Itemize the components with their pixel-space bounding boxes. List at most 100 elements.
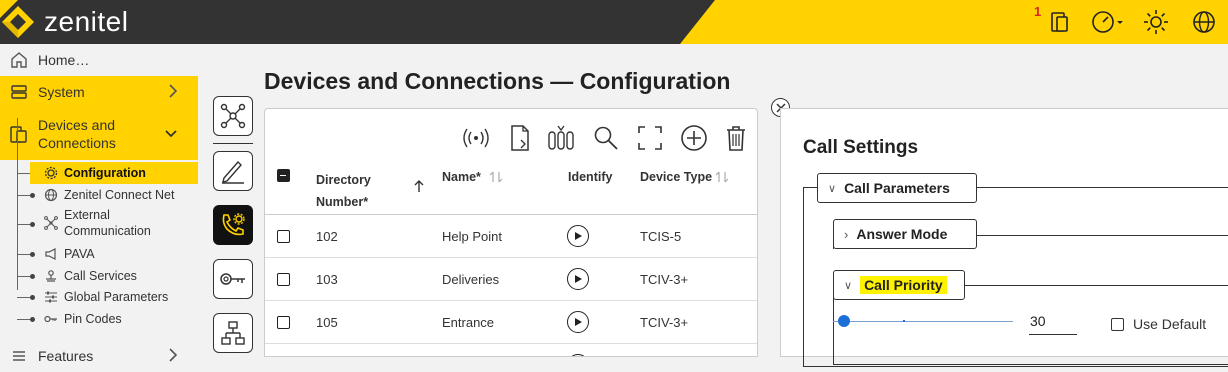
gauge-icon[interactable]	[1084, 0, 1132, 44]
tool-column	[213, 96, 255, 367]
pencil-icon	[222, 160, 244, 184]
home-icon	[0, 51, 38, 69]
call-settings-panel: Call Settings ∨ Call Parameters › Answer…	[780, 108, 1228, 367]
server-icon	[0, 83, 38, 101]
columns-icon	[548, 125, 574, 150]
sidebar-sub-pin-codes[interactable]: Pin Codes	[0, 308, 198, 330]
devices-table-panel: Directory Number* Name* Identify Device …	[264, 108, 758, 357]
row-checkbox[interactable]	[277, 273, 290, 286]
identify-play-button[interactable]	[567, 268, 589, 290]
chevron-right-icon: ›	[844, 226, 849, 242]
sort-ascending-icon[interactable]	[413, 179, 425, 193]
sidebar-sub-external-communication[interactable]: External Communication	[0, 206, 198, 240]
priority-slider-handle[interactable]	[837, 315, 850, 327]
group-label: Call Priority	[860, 276, 947, 294]
columns-button[interactable]	[547, 123, 577, 153]
sort-icon[interactable]	[715, 170, 729, 184]
select-all-checkbox[interactable]	[277, 169, 290, 182]
search-button[interactable]	[591, 123, 621, 153]
key-icon	[220, 273, 245, 285]
priority-slider-track[interactable]	[833, 320, 1013, 322]
table-row[interactable]: 102 Help Point TCIS-5	[265, 215, 757, 258]
add-device-button[interactable]	[679, 123, 709, 153]
fullscreen-button[interactable]	[635, 123, 665, 153]
hierarchy-tool-button[interactable]	[213, 313, 253, 353]
chevron-right-icon	[168, 83, 178, 102]
sidebar-item-label: Features	[38, 348, 94, 364]
use-default-checkbox[interactable]	[1111, 318, 1124, 331]
sidebar-sub-label: External Communication	[64, 208, 151, 238]
sidebar-sub-pava[interactable]: PAVA	[0, 243, 198, 265]
cell-name: Entrance	[442, 315, 495, 330]
answer-mode-toggle[interactable]: › Answer Mode	[833, 219, 977, 249]
sort-icon[interactable]	[489, 170, 503, 184]
table-header: Directory Number* Name* Identify Device …	[265, 161, 757, 215]
slider-tick	[903, 320, 905, 322]
header-directory-number[interactable]: Directory Number*	[316, 169, 396, 213]
cell-number: 105	[316, 315, 338, 330]
priority-value-field[interactable]: 30	[1029, 313, 1077, 335]
sidebar-sub-label: Pin Codes	[64, 312, 122, 326]
broadcast-icon	[463, 128, 489, 148]
network-tool-button[interactable]	[213, 96, 253, 136]
sidebar-item-label: Home…	[38, 52, 90, 68]
call-services-icon	[44, 269, 58, 286]
identify-all-button[interactable]	[461, 123, 491, 153]
call-config-tool-button[interactable]	[213, 205, 253, 245]
row-checkbox[interactable]	[277, 316, 290, 329]
delete-button[interactable]	[721, 123, 751, 153]
table-row[interactable]: 105 Entrance TCIV-3+	[265, 301, 757, 344]
sidebar-sub-zenitel-connect-net[interactable]: Zenitel Connect Net	[0, 184, 198, 206]
export-button[interactable]	[505, 123, 535, 153]
network-globe-icon	[44, 188, 58, 205]
tool-separator	[213, 143, 253, 144]
table-row[interactable]: 103 Deliveries TCIV-3+	[265, 258, 757, 301]
identify-play-button[interactable]	[567, 225, 589, 247]
search-icon	[594, 126, 618, 150]
config-gear-icon	[44, 166, 58, 183]
sidebar-sub-label: Global Parameters	[64, 290, 169, 304]
group-label: Answer Mode	[856, 226, 948, 242]
trash-icon	[727, 126, 745, 151]
edit-tool-button[interactable]	[213, 151, 253, 191]
sidebar-item-home[interactable]: Home…	[0, 44, 198, 76]
chevron-down-icon: ∨	[844, 279, 853, 292]
sidebar-sub-label: Configuration	[64, 166, 146, 180]
table-row[interactable]	[265, 344, 757, 356]
play-icon	[575, 318, 582, 326]
list-icon	[0, 348, 38, 364]
sidebar-item-features[interactable]: Features	[0, 340, 198, 372]
add-circle-icon	[681, 125, 707, 151]
sidebar-item-system[interactable]: System	[0, 76, 198, 108]
row-checkbox[interactable]	[277, 230, 290, 243]
sidebar-item-devices[interactable]: Devices and Connections	[0, 108, 198, 160]
call-priority-toggle[interactable]: ∨ Call Priority	[833, 270, 965, 300]
external-nodes-icon	[44, 216, 58, 233]
sliders-icon	[44, 290, 58, 307]
access-tool-button[interactable]	[213, 259, 253, 299]
page-title: Devices and Connections — Configuration	[264, 68, 731, 94]
brightness-icon[interactable]	[1132, 0, 1180, 44]
use-default-label: Use Default	[1133, 316, 1207, 332]
zenitel-logo[interactable]: zenitel	[0, 4, 128, 40]
sidebar-sub-global-parameters[interactable]: Global Parameters	[0, 286, 198, 308]
device-alert-icon[interactable]: 1	[1034, 0, 1084, 44]
key-icon	[44, 312, 58, 329]
header-name[interactable]: Name*	[442, 170, 481, 184]
cell-device-type: TCIV-3+	[640, 315, 689, 330]
header-device-type[interactable]: Device Type	[640, 170, 712, 184]
sidebar-sub-call-services[interactable]: Call Services	[0, 265, 198, 287]
cell-number: 102	[316, 229, 338, 244]
devices-icon	[0, 124, 38, 144]
phone-gear-icon	[222, 213, 245, 236]
document-icon	[511, 125, 529, 151]
sidebar-sub-configuration[interactable]: Configuration	[30, 162, 198, 184]
call-parameters-toggle[interactable]: ∨ Call Parameters	[817, 173, 977, 203]
cell-device-type: TCIS-5	[640, 229, 682, 244]
identify-play-button[interactable]	[567, 311, 589, 333]
sidebar-sub-label: PAVA	[64, 247, 95, 261]
top-bar: zenitel 1	[0, 0, 1228, 44]
globe-icon[interactable]	[1180, 0, 1228, 44]
cell-number: 103	[316, 272, 338, 287]
megaphone-icon	[44, 247, 58, 264]
